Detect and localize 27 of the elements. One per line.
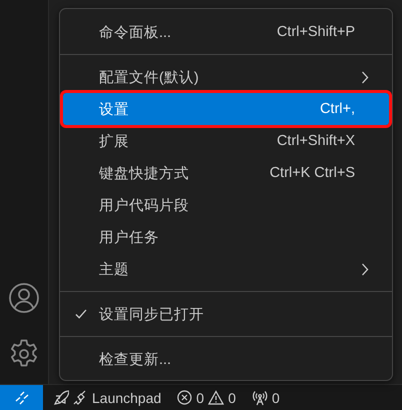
remote-icon: [14, 390, 28, 404]
menu-item[interactable]: 主题: [63, 253, 389, 285]
menu-item[interactable]: 设置 Ctrl+,: [63, 93, 389, 125]
chevron-right-icon: [361, 70, 369, 84]
rocket-icon: [53, 390, 69, 406]
launchpad-button[interactable]: Launchpad: [45, 385, 170, 410]
menu-item[interactable]: 用户任务: [63, 221, 389, 253]
menu-item[interactable]: 键盘快捷方式 Ctrl+K Ctrl+S: [63, 157, 389, 189]
warning-icon: [208, 390, 224, 405]
menu-item[interactable]: 用户代码片段: [63, 189, 389, 221]
antenna-icon: [252, 390, 268, 406]
shortcut-label: Ctrl+,: [320, 101, 355, 117]
account-icon[interactable]: [8, 282, 40, 314]
error-icon: [177, 390, 192, 405]
menu-item[interactable]: 配置文件(默认): [63, 61, 389, 93]
shortcut-label: Ctrl+Shift+P: [276, 24, 355, 40]
shortcut-label: Ctrl+Shift+X: [276, 133, 355, 149]
menu-item[interactable]: 命令面板... Ctrl+Shift+P: [63, 16, 389, 48]
shortcut-label: Ctrl+K Ctrl+S: [270, 165, 355, 181]
ports-button[interactable]: 0: [244, 385, 288, 410]
problems-button[interactable]: 0 0: [169, 385, 244, 410]
chevron-right-icon: [361, 262, 369, 276]
menu-item[interactable]: 检查更新...: [63, 343, 389, 375]
link-icon: [73, 390, 88, 405]
remote-button[interactable]: [0, 385, 43, 410]
menu-item[interactable]: 扩展 Ctrl+Shift+X: [63, 125, 389, 157]
menu-item[interactable]: 设置同步已打开: [63, 298, 389, 330]
